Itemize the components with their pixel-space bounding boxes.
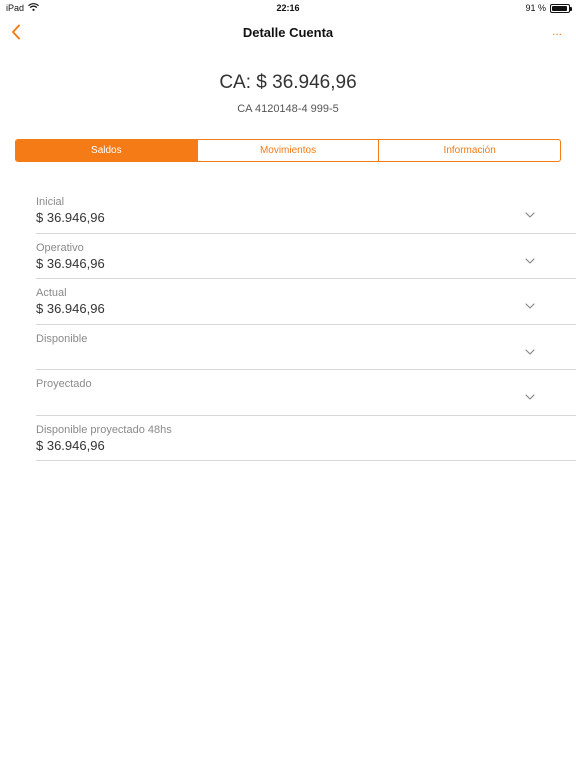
status-time: 22:16 [276,3,300,13]
battery-cap [570,6,572,11]
row-value: $ 36.946,96 [36,210,105,225]
row-value: $ 36.946,96 [36,255,105,271]
page-title: Detalle Cuenta [242,25,334,40]
row-label: Actual [36,287,67,299]
row-label: Proyectado [36,378,92,390]
battery-fill [552,5,567,11]
account-header: CA: $ 36.946,96 CA 4120148-4 999-5 [0,72,576,115]
tab-bar: Saldos Movimientos Información [15,139,561,162]
status-right: 91 % [525,3,572,13]
row-value: $ 36.946,96 [36,301,105,316]
chevron-down-icon [525,303,535,309]
balance-row-disponible-proyectado: Disponible proyectado 48hs $ 36.946,96 [36,416,576,461]
tab-informacion[interactable]: Información [379,140,560,161]
balance-row-actual[interactable]: Actual $ 36.946,96 [36,279,576,325]
balance-row-inicial[interactable]: Inicial $ 36.946,96 [36,188,576,234]
tab-saldos[interactable]: Saldos [16,140,198,161]
more-button[interactable]: ... [552,24,562,38]
row-label: Operativo [36,241,84,254]
row-label: Disponible proyectado 48hs [36,423,172,436]
battery-percent: 91 % [525,3,546,13]
balance-list: Inicial $ 36.946,96 Operativo $ 36.946,9… [36,188,576,461]
row-label: Disponible [36,332,88,345]
row-value: $ 36.946,96 [36,437,105,453]
chevron-down-icon [525,212,535,218]
account-balance: CA: $ 36.946,96 [219,72,357,93]
balance-row-operativo[interactable]: Operativo $ 36.946,96 [36,234,576,279]
chevron-down-icon [525,348,535,355]
battery-icon [550,3,572,13]
chevron-down-icon [525,394,535,400]
balance-row-disponible[interactable]: Disponible [36,325,576,370]
row-label: Inicial [36,196,65,208]
tab-movimientos[interactable]: Movimientos [198,140,380,161]
status-bar: iPad 22:16 91 % [0,0,576,16]
account-number: CA 4120148-4 999-5 [237,103,339,115]
chevron-down-icon [525,257,535,264]
nav-bar: Detalle Cuenta ... [0,16,576,48]
balance-row-proyectado[interactable]: Proyectado [36,370,576,416]
